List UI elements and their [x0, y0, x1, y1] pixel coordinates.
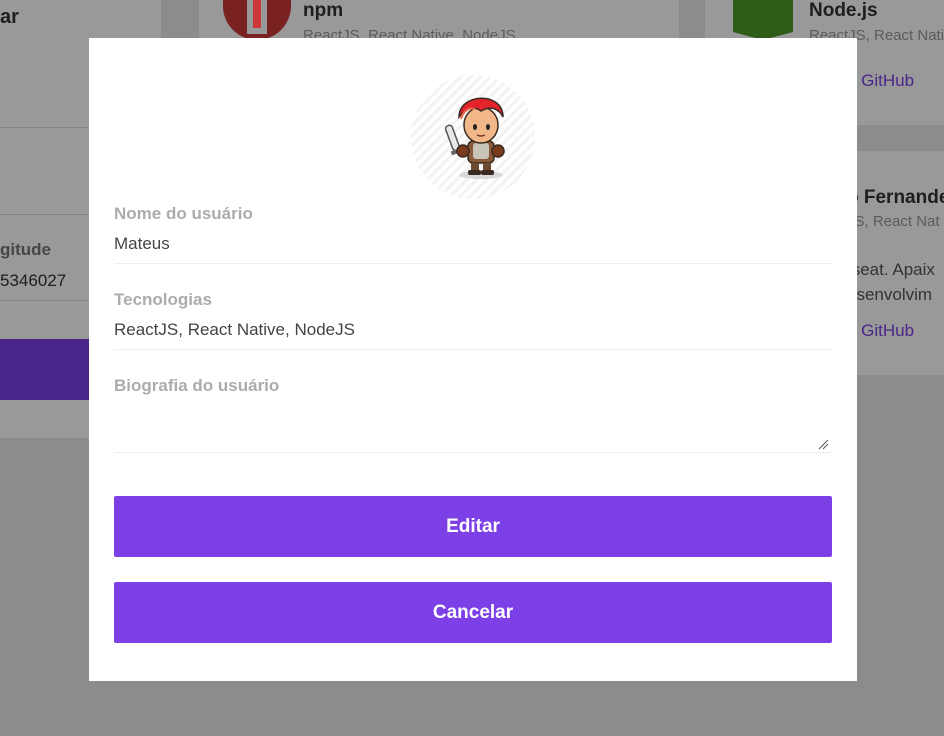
- resize-handle-icon[interactable]: [818, 439, 829, 450]
- warrior-avatar-icon: [444, 97, 505, 179]
- username-input[interactable]: Mateus: [114, 234, 170, 254]
- techs-underline: [114, 349, 832, 350]
- techs-input[interactable]: ReactJS, React Native, NodeJS: [114, 320, 355, 340]
- bio-label: Biografia do usuário: [114, 376, 280, 395]
- bio-underline: [114, 452, 832, 453]
- cancel-button[interactable]: Cancelar: [114, 582, 832, 643]
- bio-textarea[interactable]: [114, 406, 814, 446]
- username-label: Nome do usuário: [114, 204, 253, 223]
- edit-button[interactable]: Editar: [114, 496, 832, 557]
- techs-label: Tecnologias: [114, 290, 212, 309]
- edit-dev-modal: Nome do usuário Mateus Tecnologias React…: [89, 38, 857, 681]
- avatar: [411, 75, 535, 199]
- username-underline: [114, 263, 832, 264]
